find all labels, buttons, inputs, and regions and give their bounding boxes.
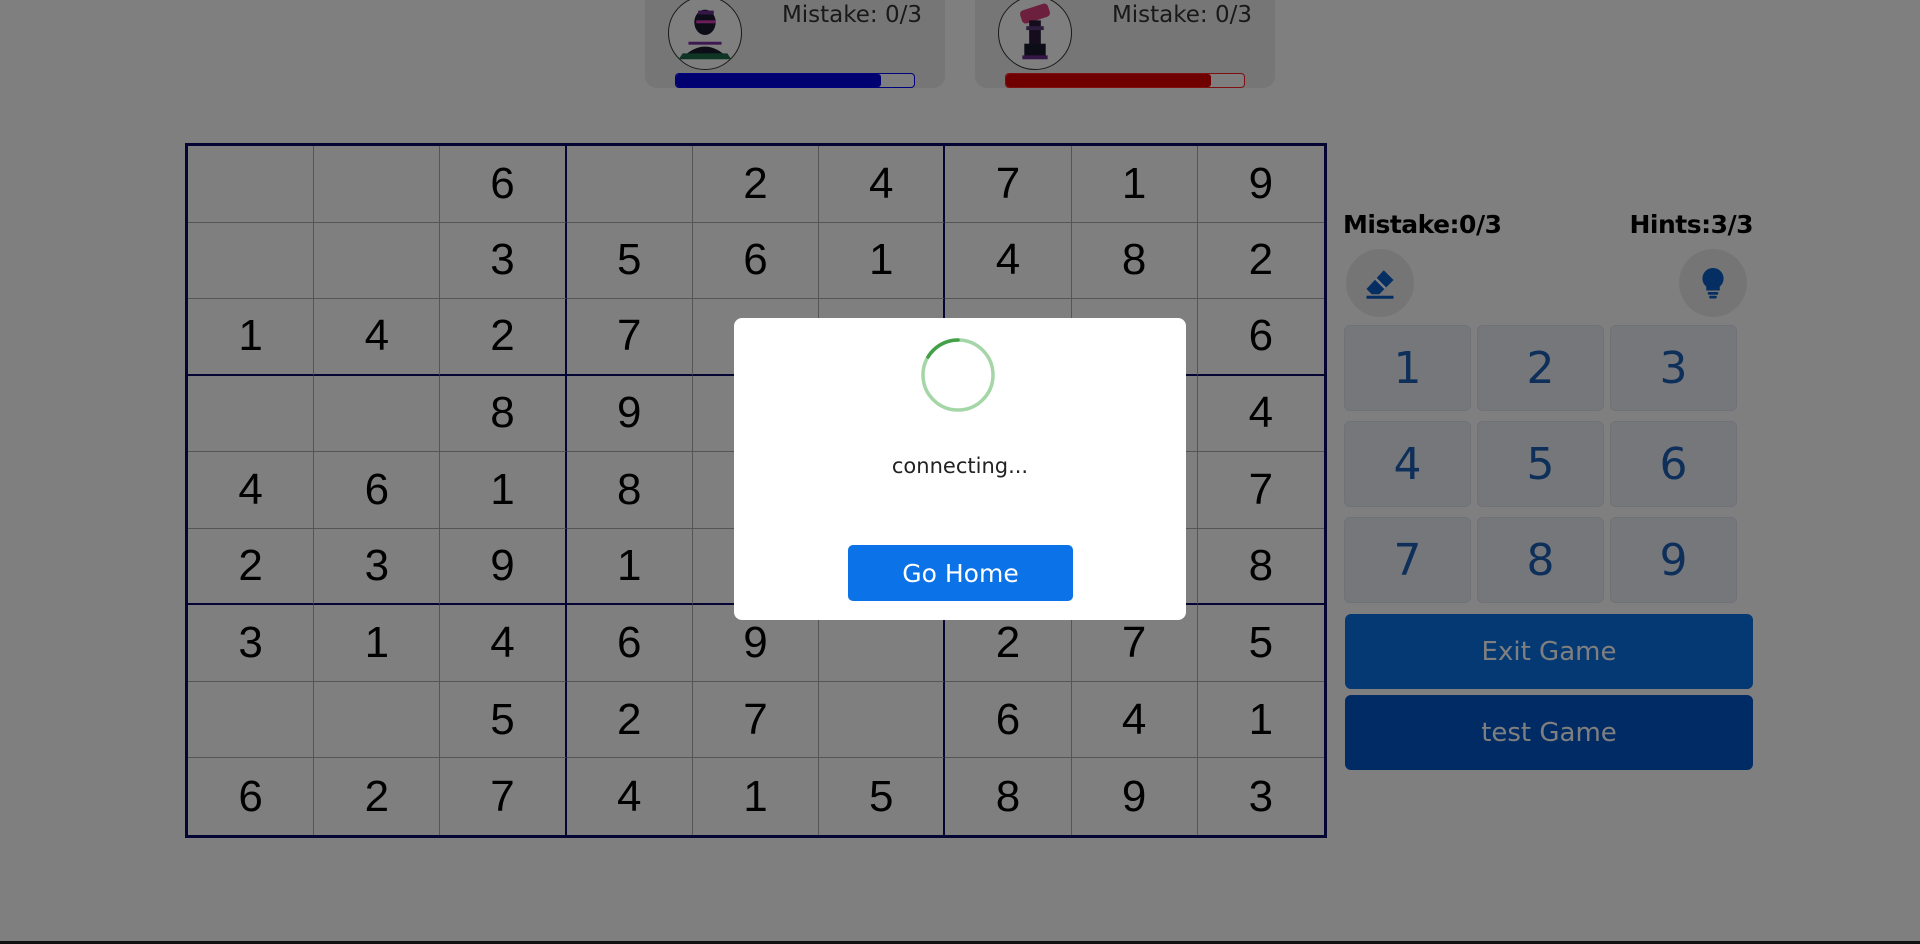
- dialog-message: connecting...: [891, 454, 1029, 478]
- go-home-button[interactable]: Go Home: [848, 545, 1073, 601]
- connecting-dialog: connecting... Go Home: [734, 318, 1186, 620]
- modal-overlay: connecting... Go Home: [0, 0, 1920, 944]
- loading-spinner-icon: [921, 338, 995, 412]
